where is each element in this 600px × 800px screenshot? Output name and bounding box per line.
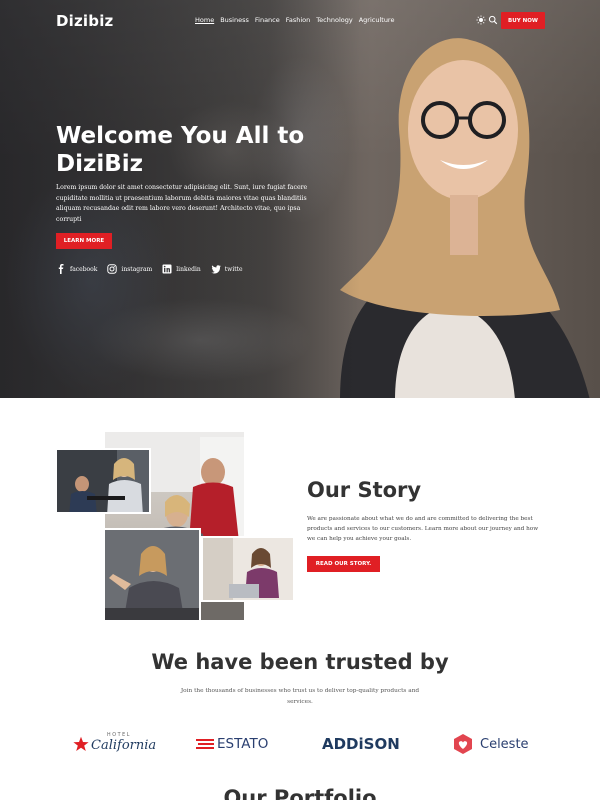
hero-section: Dizibiz Home Business Finance Fashion Te… bbox=[0, 0, 600, 398]
trusted-subtitle: Join the thousands of businesses who tru… bbox=[180, 688, 420, 705]
linkedin-icon bbox=[162, 264, 172, 274]
stripes-icon bbox=[196, 739, 214, 749]
story-description: We are passionate about what we do and a… bbox=[307, 516, 539, 542]
site-logo[interactable]: Dizibiz bbox=[56, 12, 113, 30]
nav-item-finance[interactable]: Finance bbox=[255, 16, 280, 24]
collage-photo-team bbox=[55, 448, 151, 514]
brand-logo-celeste[interactable]: Celeste bbox=[452, 730, 529, 758]
brand-logo-california[interactable]: HOTEL California bbox=[73, 730, 157, 758]
instagram-icon bbox=[107, 264, 118, 274]
twitter-icon bbox=[211, 265, 221, 274]
social-instagram-label: instagram bbox=[121, 265, 153, 273]
buy-now-button[interactable]: BUY NOW bbox=[501, 12, 545, 29]
hero-description: Lorem ipsum dolor sit amet consectetur a… bbox=[56, 184, 308, 223]
sun-icon[interactable] bbox=[476, 15, 486, 25]
nav-item-business[interactable]: Business bbox=[220, 16, 249, 24]
social-twitter[interactable]: twitte bbox=[211, 264, 243, 274]
search-icon[interactable] bbox=[488, 15, 498, 25]
brand-california-name: California bbox=[91, 738, 157, 753]
social-instagram[interactable]: instagram bbox=[107, 264, 152, 274]
collage-photo-presenter bbox=[103, 528, 201, 622]
star-icon bbox=[73, 736, 89, 751]
collage-photo-laptop bbox=[201, 536, 295, 602]
social-linkedin[interactable]: linkedin bbox=[162, 264, 201, 274]
brand-celeste-name: Celeste bbox=[480, 736, 529, 752]
brand-addison-name: ADDiSON bbox=[322, 735, 400, 753]
nav-item-agriculture[interactable]: Agriculture bbox=[359, 16, 395, 24]
nav-item-fashion[interactable]: Fashion bbox=[286, 16, 311, 24]
social-twitter-label: twitte bbox=[224, 265, 243, 273]
brand-logo-estato[interactable]: ESTATO bbox=[196, 730, 268, 758]
portfolio-title: Our Portfolio bbox=[223, 786, 377, 800]
nav-item-technology[interactable]: Technology bbox=[316, 16, 352, 24]
nav-item-home[interactable]: Home bbox=[195, 16, 214, 24]
social-linkedin-label: linkedin bbox=[176, 265, 201, 273]
brand-estato-name: ESTATO bbox=[217, 736, 269, 752]
learn-more-button[interactable]: LEARN MORE bbox=[56, 233, 112, 249]
trusted-title: We have been trusted by bbox=[151, 650, 449, 674]
hero-title: Welcome You All to DiziBiz bbox=[56, 123, 305, 177]
facebook-icon bbox=[58, 264, 64, 274]
main-nav: Dizibiz Home Business Finance Fashion Te… bbox=[0, 0, 600, 42]
story-title: Our Story bbox=[307, 478, 422, 502]
brand-logo-addison[interactable]: ADDiSON bbox=[322, 730, 400, 758]
social-links: facebook instagram linkedin twitte bbox=[56, 264, 243, 274]
story-collage bbox=[55, 430, 300, 622]
social-facebook-label: facebook bbox=[70, 265, 98, 273]
social-facebook[interactable]: facebook bbox=[56, 264, 97, 274]
heart-icon bbox=[454, 734, 472, 754]
read-our-story-button[interactable]: READ OUR STORY. bbox=[307, 556, 380, 572]
nav-menu: Home Business Finance Fashion Technology… bbox=[195, 16, 394, 24]
